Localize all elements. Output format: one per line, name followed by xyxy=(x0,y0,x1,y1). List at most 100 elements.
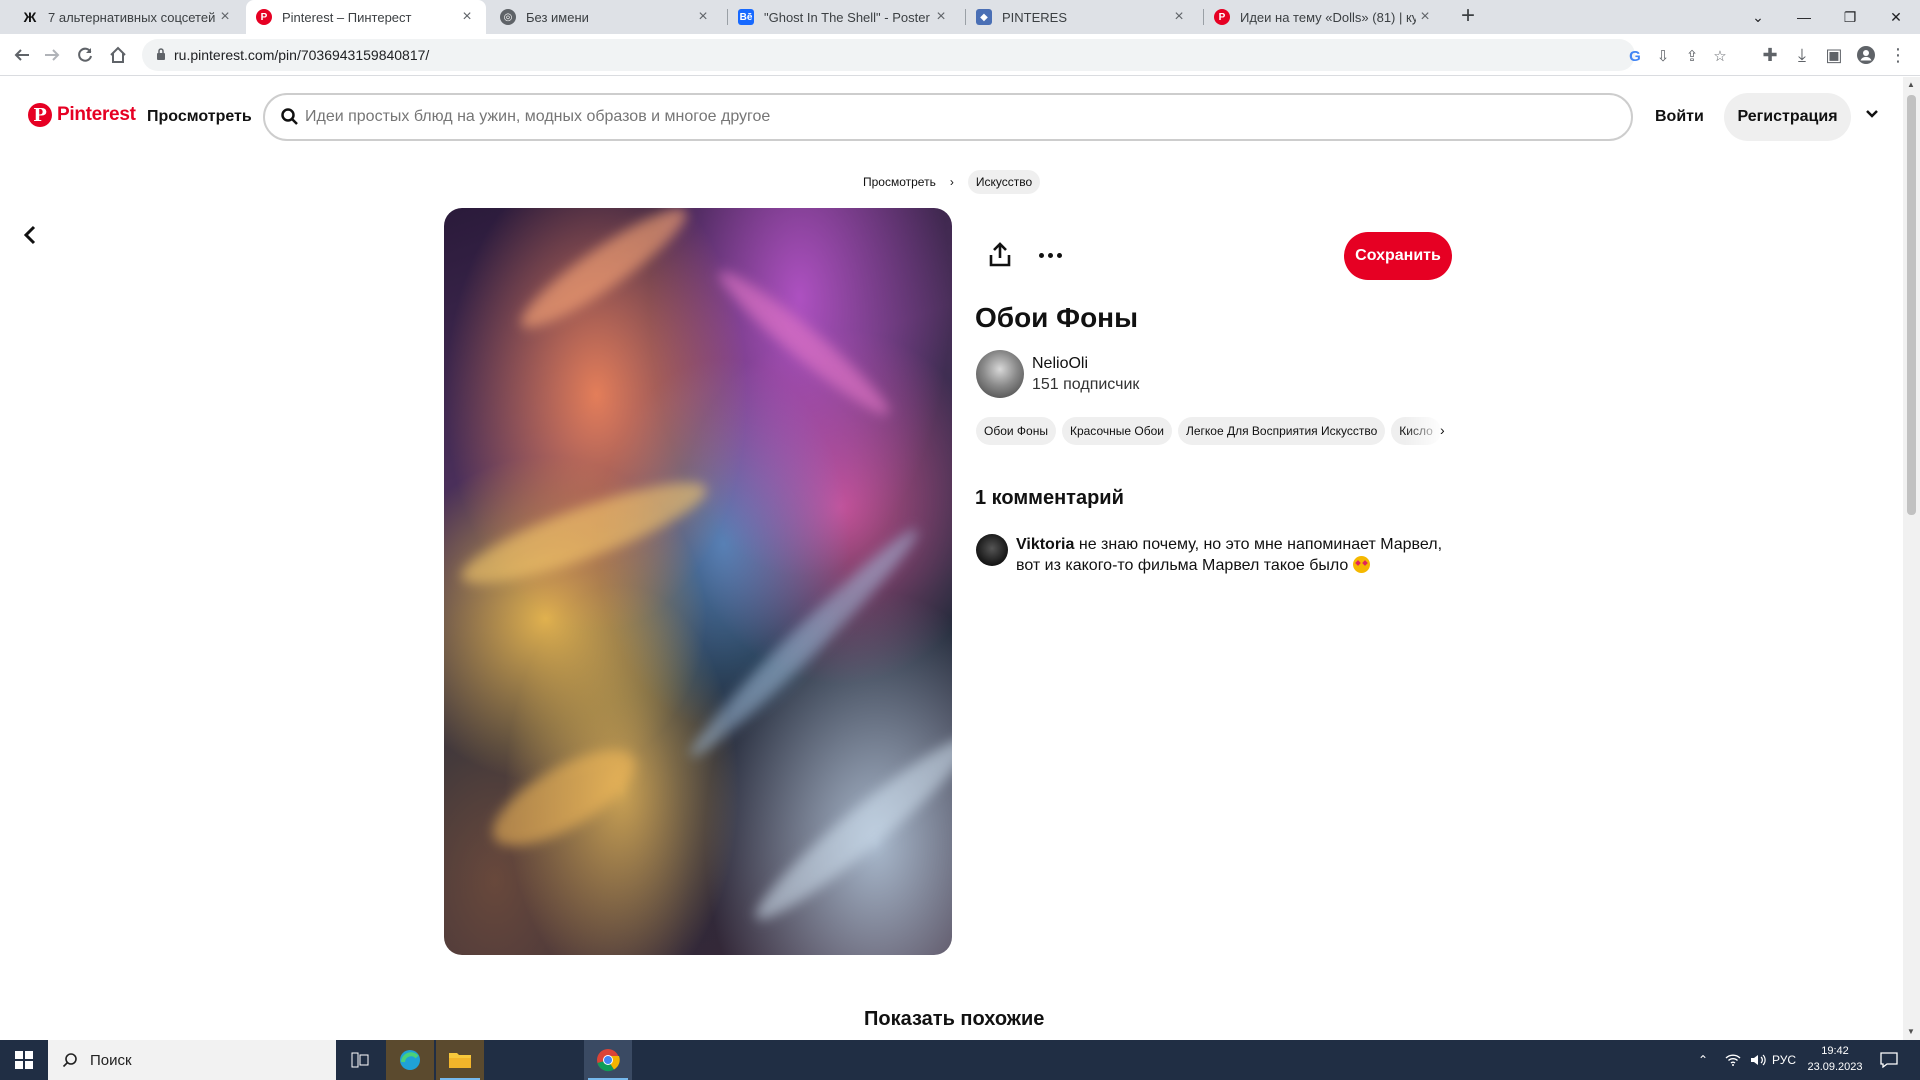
comment-text: не знаю почему, но это мне напоминает Ма… xyxy=(1016,536,1443,574)
signup-button[interactable]: Регистрация xyxy=(1724,93,1851,141)
clock-date: 23.09.2023 xyxy=(1807,1061,1863,1073)
tag-list: Обои Фоны Красочные Обои Легкое Для Восп… xyxy=(976,417,1451,445)
scrollbar-thumb[interactable] xyxy=(1907,95,1916,515)
pin-image[interactable] xyxy=(444,208,952,955)
tag-chip[interactable]: Обои Фоны xyxy=(976,417,1056,445)
menu-kebab-icon[interactable]: ⋮ xyxy=(1884,41,1912,69)
image-highlight xyxy=(710,260,898,426)
reload-icon[interactable] xyxy=(71,41,99,69)
close-window-button[interactable]: ✕ xyxy=(1874,0,1918,34)
scroll-up-icon[interactable]: ▲ xyxy=(1907,80,1915,89)
browser-tab-strip: Ж 7 альтернативных соцсетей для × P Pint… xyxy=(0,0,1920,34)
pinterest-page: P Pinterest Просмотреть Идеи простых блю… xyxy=(0,77,1903,1040)
avatar[interactable] xyxy=(976,350,1024,398)
clock-time: 19:42 xyxy=(1821,1045,1849,1057)
pinterest-logo[interactable]: P Pinterest xyxy=(28,103,136,127)
url-text: ru.pinterest.com/pin/7036943159840817/ xyxy=(174,47,430,63)
browser-tab[interactable]: ◎ Без имени × xyxy=(490,0,722,34)
author-name[interactable]: NelioOli xyxy=(1032,355,1088,373)
site-icon: ◆ xyxy=(976,9,992,25)
back-arrow-icon[interactable] xyxy=(20,224,42,246)
breadcrumb-item[interactable]: Искусство xyxy=(967,170,1041,194)
downloads-icon[interactable]: ⤓ xyxy=(1788,41,1816,69)
browser-toolbar: ru.pinterest.com/pin/7036943159840817/ G… xyxy=(0,34,1920,76)
language-indicator[interactable]: РУС xyxy=(1772,1040,1796,1080)
tray-expand-icon[interactable]: ⌃ xyxy=(1698,1040,1708,1080)
back-icon[interactable] xyxy=(8,41,36,69)
chrome-icon[interactable] xyxy=(584,1040,632,1080)
browser-tab[interactable]: Ж 7 альтернативных соцсетей для × xyxy=(12,0,244,34)
tag-chip[interactable]: Легкое Для Восприятия Искусство xyxy=(1177,417,1386,445)
browser-tab-active[interactable]: P Pinterest – Пинтерест × xyxy=(246,0,486,34)
chevron-right-icon: › xyxy=(949,175,954,189)
home-icon[interactable] xyxy=(104,41,132,69)
scroll-down-icon[interactable]: ▼ xyxy=(1907,1027,1915,1036)
comment: Viktoria не знаю почему, но это мне напо… xyxy=(1016,534,1456,576)
address-bar[interactable]: ru.pinterest.com/pin/7036943159840817/ G… xyxy=(142,39,1727,71)
notifications-icon[interactable] xyxy=(1880,1040,1898,1080)
new-tab-button[interactable]: + xyxy=(1453,2,1483,30)
tags-fade xyxy=(1405,417,1445,445)
wifi-icon[interactable] xyxy=(1725,1040,1741,1080)
image-highlight xyxy=(680,519,928,767)
breadcrumb: Просмотреть › Искусство xyxy=(863,170,1041,194)
heart-eyes-emoji-icon xyxy=(1352,556,1370,573)
follower-count: 151 подписчик xyxy=(1032,376,1140,393)
pin-title: Обои Фоны xyxy=(975,302,1138,333)
close-tab-icon[interactable]: × xyxy=(932,8,950,26)
share-icon[interactable] xyxy=(985,240,1015,270)
tag-chip[interactable]: Красочные Обои xyxy=(1061,417,1172,445)
image-highlight xyxy=(453,465,715,601)
comments-heading: 1 комментарий xyxy=(975,487,1124,509)
search-icon xyxy=(281,108,298,125)
share-icon[interactable]: ⇪ xyxy=(1681,45,1703,67)
tab-search-icon[interactable]: ⌄ xyxy=(1736,0,1780,34)
explore-link[interactable]: Просмотреть xyxy=(147,108,252,126)
comment-author[interactable]: Viktoria xyxy=(1016,536,1074,553)
show-similar-heading: Показать похожие xyxy=(864,1008,1045,1030)
pinterest-icon: P xyxy=(1214,9,1230,25)
google-icon[interactable]: G xyxy=(1624,45,1646,67)
file-explorer-icon[interactable] xyxy=(436,1040,484,1080)
edge-icon[interactable] xyxy=(386,1040,434,1080)
more-options-icon[interactable] xyxy=(1035,240,1065,270)
image-highlight xyxy=(743,722,952,934)
install-icon[interactable]: ⇩ xyxy=(1652,45,1674,67)
taskbar-search[interactable]: Поиск xyxy=(48,1040,336,1080)
pinterest-icon: P xyxy=(256,9,272,25)
breadcrumb-item[interactable]: Просмотреть xyxy=(863,175,936,189)
image-highlight xyxy=(510,208,698,342)
search-icon xyxy=(62,1053,77,1068)
browser-tab[interactable]: P Идеи на тему «Dolls» (81) | кукл × xyxy=(1204,0,1444,34)
task-view-icon[interactable] xyxy=(336,1040,384,1080)
close-tab-icon[interactable]: × xyxy=(1416,8,1434,26)
search-placeholder: Идеи простых блюд на ужин, модных образо… xyxy=(305,108,771,125)
login-button[interactable]: Войти xyxy=(1655,108,1704,126)
clock[interactable]: 19:42 23.09.2023 xyxy=(1800,1043,1870,1075)
close-tab-icon[interactable]: × xyxy=(1170,8,1188,26)
avatar[interactable] xyxy=(976,534,1008,566)
close-tab-icon[interactable]: × xyxy=(458,8,476,26)
behance-icon: Bē xyxy=(738,9,754,25)
close-tab-icon[interactable]: × xyxy=(694,8,712,26)
windows-start-icon[interactable] xyxy=(0,1040,48,1080)
browser-tab[interactable]: ◆ PINTERES × xyxy=(966,0,1198,34)
globe-icon: ◎ xyxy=(500,9,516,25)
browser-tab[interactable]: Bē "Ghost In The Shell" - Poster Pos × xyxy=(728,0,960,34)
chevron-right-icon[interactable]: › xyxy=(1440,422,1445,438)
bookmark-star-icon[interactable]: ☆ xyxy=(1709,45,1731,67)
minimize-button[interactable]: — xyxy=(1782,0,1826,34)
windows-taskbar: Поиск ⌃ РУС 19:42 23.09.2023 xyxy=(0,1040,1920,1080)
scrollbar[interactable]: ▲ ▼ xyxy=(1903,77,1920,1040)
save-button[interactable]: Сохранить xyxy=(1344,232,1452,280)
pinterest-icon: P xyxy=(28,103,52,127)
restore-button[interactable]: ❐ xyxy=(1828,0,1872,34)
profile-icon[interactable] xyxy=(1852,41,1880,69)
side-panel-icon[interactable]: ▣ xyxy=(1820,41,1848,69)
volume-icon[interactable] xyxy=(1750,1040,1766,1080)
chevron-down-icon[interactable] xyxy=(1864,105,1880,121)
forward-icon[interactable] xyxy=(38,41,66,69)
extensions-icon[interactable]: ✚ xyxy=(1756,41,1784,69)
close-tab-icon[interactable]: × xyxy=(216,8,234,26)
search-input[interactable]: Идеи простых блюд на ужин, модных образо… xyxy=(263,93,1633,141)
